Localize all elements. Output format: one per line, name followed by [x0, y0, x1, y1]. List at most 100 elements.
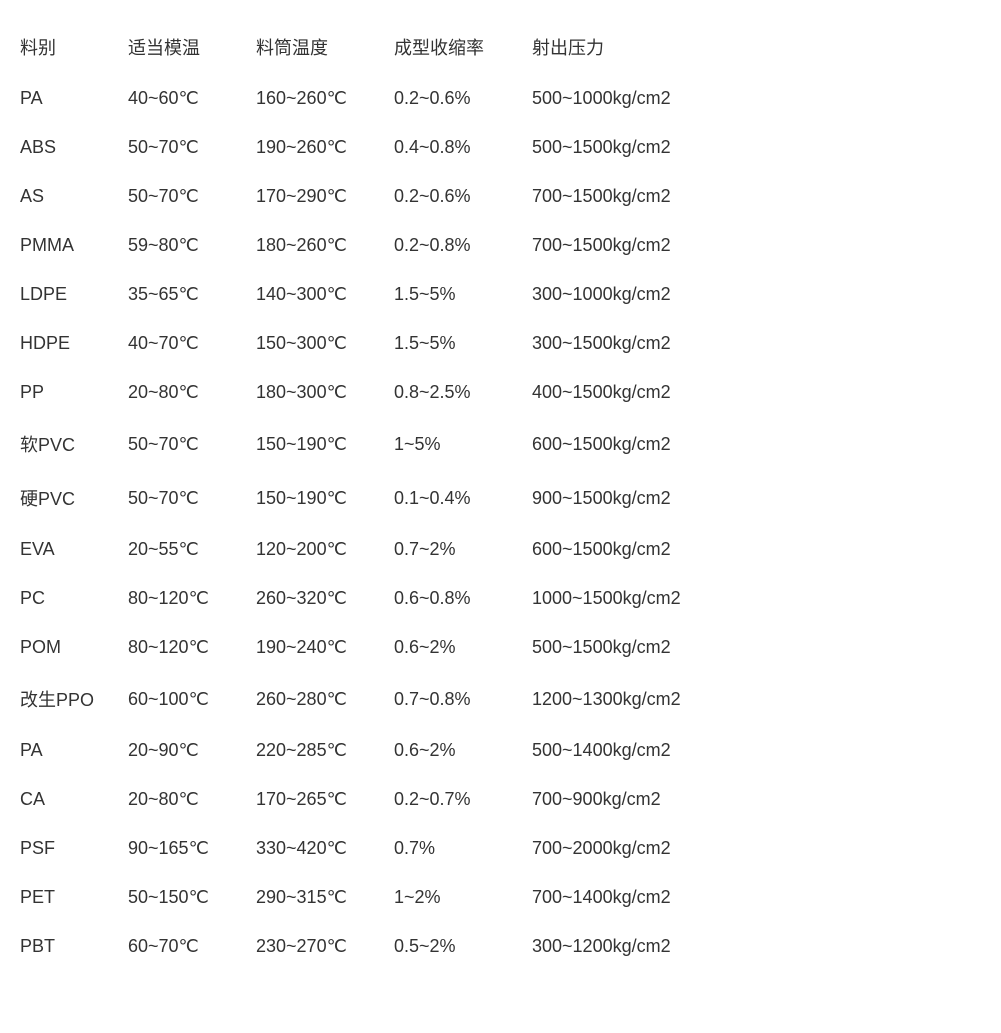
- cell-shrinkage: 1.5~5%: [394, 319, 532, 368]
- cell-mold-temp: 80~120℃: [128, 623, 256, 672]
- cell-pressure: 600~1500kg/cm2: [532, 417, 740, 471]
- cell-mold-temp: 60~70℃: [128, 922, 256, 971]
- cell-barrel-temp: 170~290℃: [256, 172, 394, 221]
- cell-material: ABS: [20, 123, 128, 172]
- cell-material: AS: [20, 172, 128, 221]
- cell-barrel-temp: 330~420℃: [256, 824, 394, 873]
- cell-mold-temp: 40~60℃: [128, 74, 256, 123]
- table-row: PC80~120℃260~320℃0.6~0.8%1000~1500kg/cm2: [20, 574, 740, 623]
- cell-shrinkage: 0.8~2.5%: [394, 368, 532, 417]
- cell-barrel-temp: 220~285℃: [256, 726, 394, 775]
- table-body: PA40~60℃160~260℃0.2~0.6%500~1000kg/cm2AB…: [20, 74, 740, 971]
- cell-material: PA: [20, 74, 128, 123]
- cell-material: PSF: [20, 824, 128, 873]
- cell-barrel-temp: 150~300℃: [256, 319, 394, 368]
- table-row: PSF90~165℃330~420℃0.7%700~2000kg/cm2: [20, 824, 740, 873]
- cell-shrinkage: 1~2%: [394, 873, 532, 922]
- cell-mold-temp: 60~100℃: [128, 672, 256, 726]
- table-row: ABS50~70℃190~260℃0.4~0.8%500~1500kg/cm2: [20, 123, 740, 172]
- cell-material: CA: [20, 775, 128, 824]
- cell-mold-temp: 20~90℃: [128, 726, 256, 775]
- cell-mold-temp: 50~70℃: [128, 417, 256, 471]
- header-shrinkage: 成型收缩率: [394, 20, 532, 74]
- cell-pressure: 700~1500kg/cm2: [532, 221, 740, 270]
- header-pressure: 射出压力: [532, 20, 740, 74]
- cell-material: 改生PPO: [20, 672, 128, 726]
- cell-material: 硬PVC: [20, 471, 128, 525]
- cell-mold-temp: 50~70℃: [128, 471, 256, 525]
- table-row: PP20~80℃180~300℃0.8~2.5%400~1500kg/cm2: [20, 368, 740, 417]
- cell-mold-temp: 50~70℃: [128, 123, 256, 172]
- cell-mold-temp: 50~70℃: [128, 172, 256, 221]
- table-row: PET50~150℃290~315℃1~2%700~1400kg/cm2: [20, 873, 740, 922]
- cell-shrinkage: 0.7%: [394, 824, 532, 873]
- table-row: CA20~80℃170~265℃0.2~0.7%700~900kg/cm2: [20, 775, 740, 824]
- cell-shrinkage: 0.6~2%: [394, 726, 532, 775]
- cell-material: POM: [20, 623, 128, 672]
- cell-shrinkage: 0.2~0.6%: [394, 74, 532, 123]
- cell-material: HDPE: [20, 319, 128, 368]
- cell-material: PP: [20, 368, 128, 417]
- table-row: POM80~120℃190~240℃0.6~2%500~1500kg/cm2: [20, 623, 740, 672]
- cell-material: 软PVC: [20, 417, 128, 471]
- table-row: 硬PVC50~70℃150~190℃0.1~0.4%900~1500kg/cm2: [20, 471, 740, 525]
- cell-barrel-temp: 260~320℃: [256, 574, 394, 623]
- table-row: 改生PPO60~100℃260~280℃0.7~0.8%1200~1300kg/…: [20, 672, 740, 726]
- cell-shrinkage: 0.4~0.8%: [394, 123, 532, 172]
- cell-pressure: 700~1400kg/cm2: [532, 873, 740, 922]
- cell-shrinkage: 1~5%: [394, 417, 532, 471]
- cell-mold-temp: 59~80℃: [128, 221, 256, 270]
- cell-pressure: 500~1500kg/cm2: [532, 623, 740, 672]
- cell-pressure: 1000~1500kg/cm2: [532, 574, 740, 623]
- cell-pressure: 500~1500kg/cm2: [532, 123, 740, 172]
- cell-pressure: 600~1500kg/cm2: [532, 525, 740, 574]
- table-row: EVA20~55℃120~200℃0.7~2%600~1500kg/cm2: [20, 525, 740, 574]
- table-row: HDPE40~70℃150~300℃1.5~5%300~1500kg/cm2: [20, 319, 740, 368]
- table-row: PBT60~70℃230~270℃0.5~2%300~1200kg/cm2: [20, 922, 740, 971]
- cell-pressure: 300~1000kg/cm2: [532, 270, 740, 319]
- cell-barrel-temp: 120~200℃: [256, 525, 394, 574]
- cell-barrel-temp: 150~190℃: [256, 471, 394, 525]
- table-header-row: 料别 适当模温 料筒温度 成型收缩率 射出压力: [20, 20, 740, 74]
- cell-mold-temp: 80~120℃: [128, 574, 256, 623]
- cell-material: PBT: [20, 922, 128, 971]
- cell-pressure: 500~1000kg/cm2: [532, 74, 740, 123]
- header-material: 料别: [20, 20, 128, 74]
- cell-mold-temp: 90~165℃: [128, 824, 256, 873]
- materials-table: 料别 适当模温 料筒温度 成型收缩率 射出压力 PA40~60℃160~260℃…: [20, 20, 740, 971]
- cell-mold-temp: 50~150℃: [128, 873, 256, 922]
- cell-pressure: 500~1400kg/cm2: [532, 726, 740, 775]
- cell-barrel-temp: 260~280℃: [256, 672, 394, 726]
- table-row: PA40~60℃160~260℃0.2~0.6%500~1000kg/cm2: [20, 74, 740, 123]
- cell-mold-temp: 20~80℃: [128, 775, 256, 824]
- cell-shrinkage: 0.2~0.7%: [394, 775, 532, 824]
- cell-barrel-temp: 140~300℃: [256, 270, 394, 319]
- cell-barrel-temp: 290~315℃: [256, 873, 394, 922]
- cell-pressure: 300~1200kg/cm2: [532, 922, 740, 971]
- cell-pressure: 900~1500kg/cm2: [532, 471, 740, 525]
- cell-mold-temp: 20~80℃: [128, 368, 256, 417]
- cell-shrinkage: 0.7~0.8%: [394, 672, 532, 726]
- cell-shrinkage: 0.2~0.6%: [394, 172, 532, 221]
- cell-barrel-temp: 190~240℃: [256, 623, 394, 672]
- cell-pressure: 1200~1300kg/cm2: [532, 672, 740, 726]
- cell-pressure: 700~2000kg/cm2: [532, 824, 740, 873]
- table-row: 软PVC50~70℃150~190℃1~5%600~1500kg/cm2: [20, 417, 740, 471]
- table-row: LDPE35~65℃140~300℃1.5~5%300~1000kg/cm2: [20, 270, 740, 319]
- cell-shrinkage: 0.2~0.8%: [394, 221, 532, 270]
- cell-barrel-temp: 180~260℃: [256, 221, 394, 270]
- cell-material: PC: [20, 574, 128, 623]
- cell-material: PMMA: [20, 221, 128, 270]
- cell-shrinkage: 0.5~2%: [394, 922, 532, 971]
- cell-pressure: 400~1500kg/cm2: [532, 368, 740, 417]
- cell-barrel-temp: 230~270℃: [256, 922, 394, 971]
- cell-material: EVA: [20, 525, 128, 574]
- cell-shrinkage: 0.7~2%: [394, 525, 532, 574]
- cell-material: PET: [20, 873, 128, 922]
- cell-shrinkage: 1.5~5%: [394, 270, 532, 319]
- cell-barrel-temp: 160~260℃: [256, 74, 394, 123]
- cell-pressure: 300~1500kg/cm2: [532, 319, 740, 368]
- cell-pressure: 700~900kg/cm2: [532, 775, 740, 824]
- cell-material: LDPE: [20, 270, 128, 319]
- table-row: AS50~70℃170~290℃0.2~0.6%700~1500kg/cm2: [20, 172, 740, 221]
